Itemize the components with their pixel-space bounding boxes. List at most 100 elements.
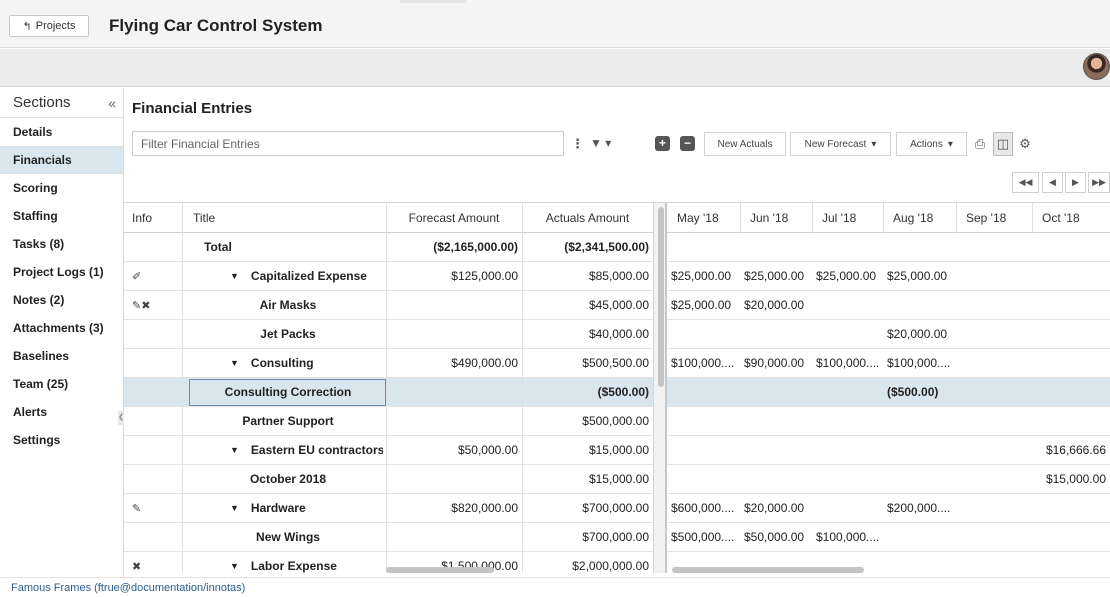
month-amount (887, 436, 956, 464)
column-divider (182, 203, 183, 573)
projects-back-button[interactable]: ↰ Projects (9, 15, 89, 37)
horizontal-scrollbar-thumb[interactable] (672, 567, 864, 573)
filter-input[interactable] (132, 131, 564, 156)
expand-caret-icon[interactable]: ▼ (230, 503, 239, 513)
month-amount (1036, 378, 1110, 406)
sidebar-item[interactable]: Project Logs (1) (0, 258, 123, 286)
sidebar-item[interactable]: Staffing (0, 202, 123, 230)
header-month[interactable]: Aug '18 (893, 203, 956, 232)
column-options-icon[interactable]: ⋮ (571, 136, 584, 152)
table-row[interactable]: New Wings $700,000.00 $500,000.... $50,000.… (124, 523, 1110, 552)
table-row[interactable]: ✐ ▼ Capitalized Expense $125,000.00 $85,000.… (124, 262, 1110, 291)
month-amount (1036, 407, 1110, 435)
actuals-amount: $2,000,000.00 (572, 559, 649, 573)
forecast-amount (386, 320, 522, 348)
sidebar-item[interactable]: Scoring (0, 174, 123, 202)
sidebar-item[interactable]: Details (0, 118, 123, 146)
month-amount (960, 523, 1032, 551)
expand-icon[interactable]: ✖ (132, 552, 182, 573)
paperclip-icon[interactable]: ✐ (132, 262, 182, 290)
table-row[interactable]: ✖ ▼ Labor Expense $1,500,000.00 $2,000,000.0… (124, 552, 1110, 573)
month-amount: $100,000.... (671, 356, 735, 370)
month-amount: $90,000.00 (744, 356, 805, 370)
header-title[interactable]: Title (193, 203, 383, 232)
month-amount (887, 465, 956, 493)
header-month[interactable]: Jun '18 (750, 203, 812, 232)
actuals-amount: ($500.00) (597, 385, 649, 399)
month-amount: $25,000.00 (816, 269, 877, 283)
horizontal-scrollbar-thumb[interactable] (386, 567, 494, 573)
new-forecast-button[interactable]: New Forecast ▾ (790, 132, 891, 156)
table-row[interactable]: ✎ ▼ Hardware $820,000.00 $700,000.00 $600,000… (124, 494, 1110, 523)
gear-icon[interactable]: ⚙ (1015, 132, 1035, 156)
last-page-icon[interactable]: ▶▶ (1088, 172, 1110, 193)
table-row[interactable]: ✎✖ Air Masks $45,000.00 $25,000.00 $20,000.0… (124, 291, 1110, 320)
header-month[interactable]: Jul '18 (822, 203, 883, 232)
app-title: Flying Car Control System (109, 16, 323, 35)
row-title: Air Masks (259, 298, 317, 312)
month-amount (816, 465, 883, 493)
back-arrow-icon: ↰ (22, 20, 32, 33)
month-amount (1036, 320, 1110, 348)
forecast-amount: ($2,165,000.00) (433, 240, 518, 254)
table-row[interactable]: October 2018 $15,000.00 $15,000.00 (124, 465, 1110, 494)
expand-caret-icon[interactable]: ▼ (230, 561, 239, 571)
next-page-icon[interactable]: ▶ (1065, 172, 1086, 193)
scrollbar-thumb[interactable] (658, 207, 664, 387)
expand-caret-icon[interactable]: ▼ (230, 358, 239, 368)
table-row[interactable]: Consulting Correction ($500.00) ($500.00) (124, 378, 1110, 407)
table-row[interactable]: ▼ Eastern EU contractors $50,000.00 $15,000… (124, 436, 1110, 465)
edit-icon[interactable]: ✎ (132, 494, 182, 522)
forecast-amount (386, 291, 522, 319)
forecast-amount (386, 465, 522, 493)
first-page-icon[interactable]: ◀◀ (1012, 172, 1039, 193)
header-month[interactable]: Oct '18 (1042, 203, 1110, 232)
month-amount (887, 523, 956, 551)
table-row[interactable]: Partner Support $500,000.00 (124, 407, 1110, 436)
month-amount (744, 407, 812, 435)
column-divider (883, 203, 884, 233)
month-amount (671, 378, 740, 406)
month-amount (887, 552, 956, 573)
sidebar-item[interactable]: Financials (0, 146, 123, 174)
table-row[interactable]: ▼ Consulting $490,000.00 $500,500.00 $100,00… (124, 349, 1110, 378)
header-actuals[interactable]: Actuals Amount (522, 203, 653, 232)
header-forecast[interactable]: Forecast Amount (386, 203, 522, 232)
expand-caret-icon[interactable]: ▼ (230, 445, 239, 455)
table-row[interactable]: Jet Packs $40,000.00 $20,000.00 (124, 320, 1110, 349)
filter-funnel-icon[interactable]: ▼ ▾ (590, 136, 611, 150)
vertical-scrollbar[interactable] (653, 203, 667, 573)
sidebar-item[interactable]: Attachments (3) (0, 314, 123, 342)
sidebar-item[interactable]: Alerts (0, 398, 123, 426)
column-divider (386, 203, 387, 573)
actuals-amount: $15,000.00 (588, 472, 649, 486)
collapse-sidebar-icon[interactable]: « (108, 95, 116, 111)
sidebar-item[interactable]: Settings (0, 426, 123, 454)
collapse-all-icon[interactable]: − (680, 136, 695, 151)
sidebar-item[interactable]: Team (25) (0, 370, 123, 398)
header-info[interactable]: Info (132, 203, 182, 232)
actuals-amount: ($2,341,500.00) (564, 240, 649, 254)
expand-caret-icon[interactable]: ▼ (230, 271, 239, 281)
forecast-amount: $125,000.00 (451, 269, 518, 283)
month-amount: $25,000.00 (671, 298, 732, 312)
sidebar-item[interactable]: Baselines (0, 342, 123, 370)
avatar[interactable] (1083, 53, 1110, 80)
actions-button[interactable]: Actions ▾ (896, 132, 967, 156)
sidebar-item[interactable]: Notes (2) (0, 286, 123, 314)
month-amount: $100,000.... (816, 530, 880, 544)
header-month[interactable]: Sep '18 (966, 203, 1032, 232)
edit-expand-icons[interactable]: ✎✖ (132, 291, 182, 319)
sidebar-item[interactable]: Tasks (8) (0, 230, 123, 258)
month-amount (1036, 552, 1110, 573)
new-actuals-button[interactable]: New Actuals (704, 132, 786, 156)
month-amount (887, 291, 956, 319)
month-amount (1036, 233, 1110, 261)
header-month[interactable]: May '18 (677, 203, 740, 232)
expand-all-icon[interactable]: + (655, 136, 670, 151)
print-icon[interactable]: ⎙ (970, 132, 990, 156)
actuals-amount: $45,000.00 (588, 298, 649, 312)
table-row[interactable]: Total ($2,165,000.00) ($2,341,500.00) (124, 233, 1110, 262)
layout-toggle-icon[interactable]: ◫ (993, 132, 1013, 156)
prev-page-icon[interactable]: ◀ (1042, 172, 1063, 193)
